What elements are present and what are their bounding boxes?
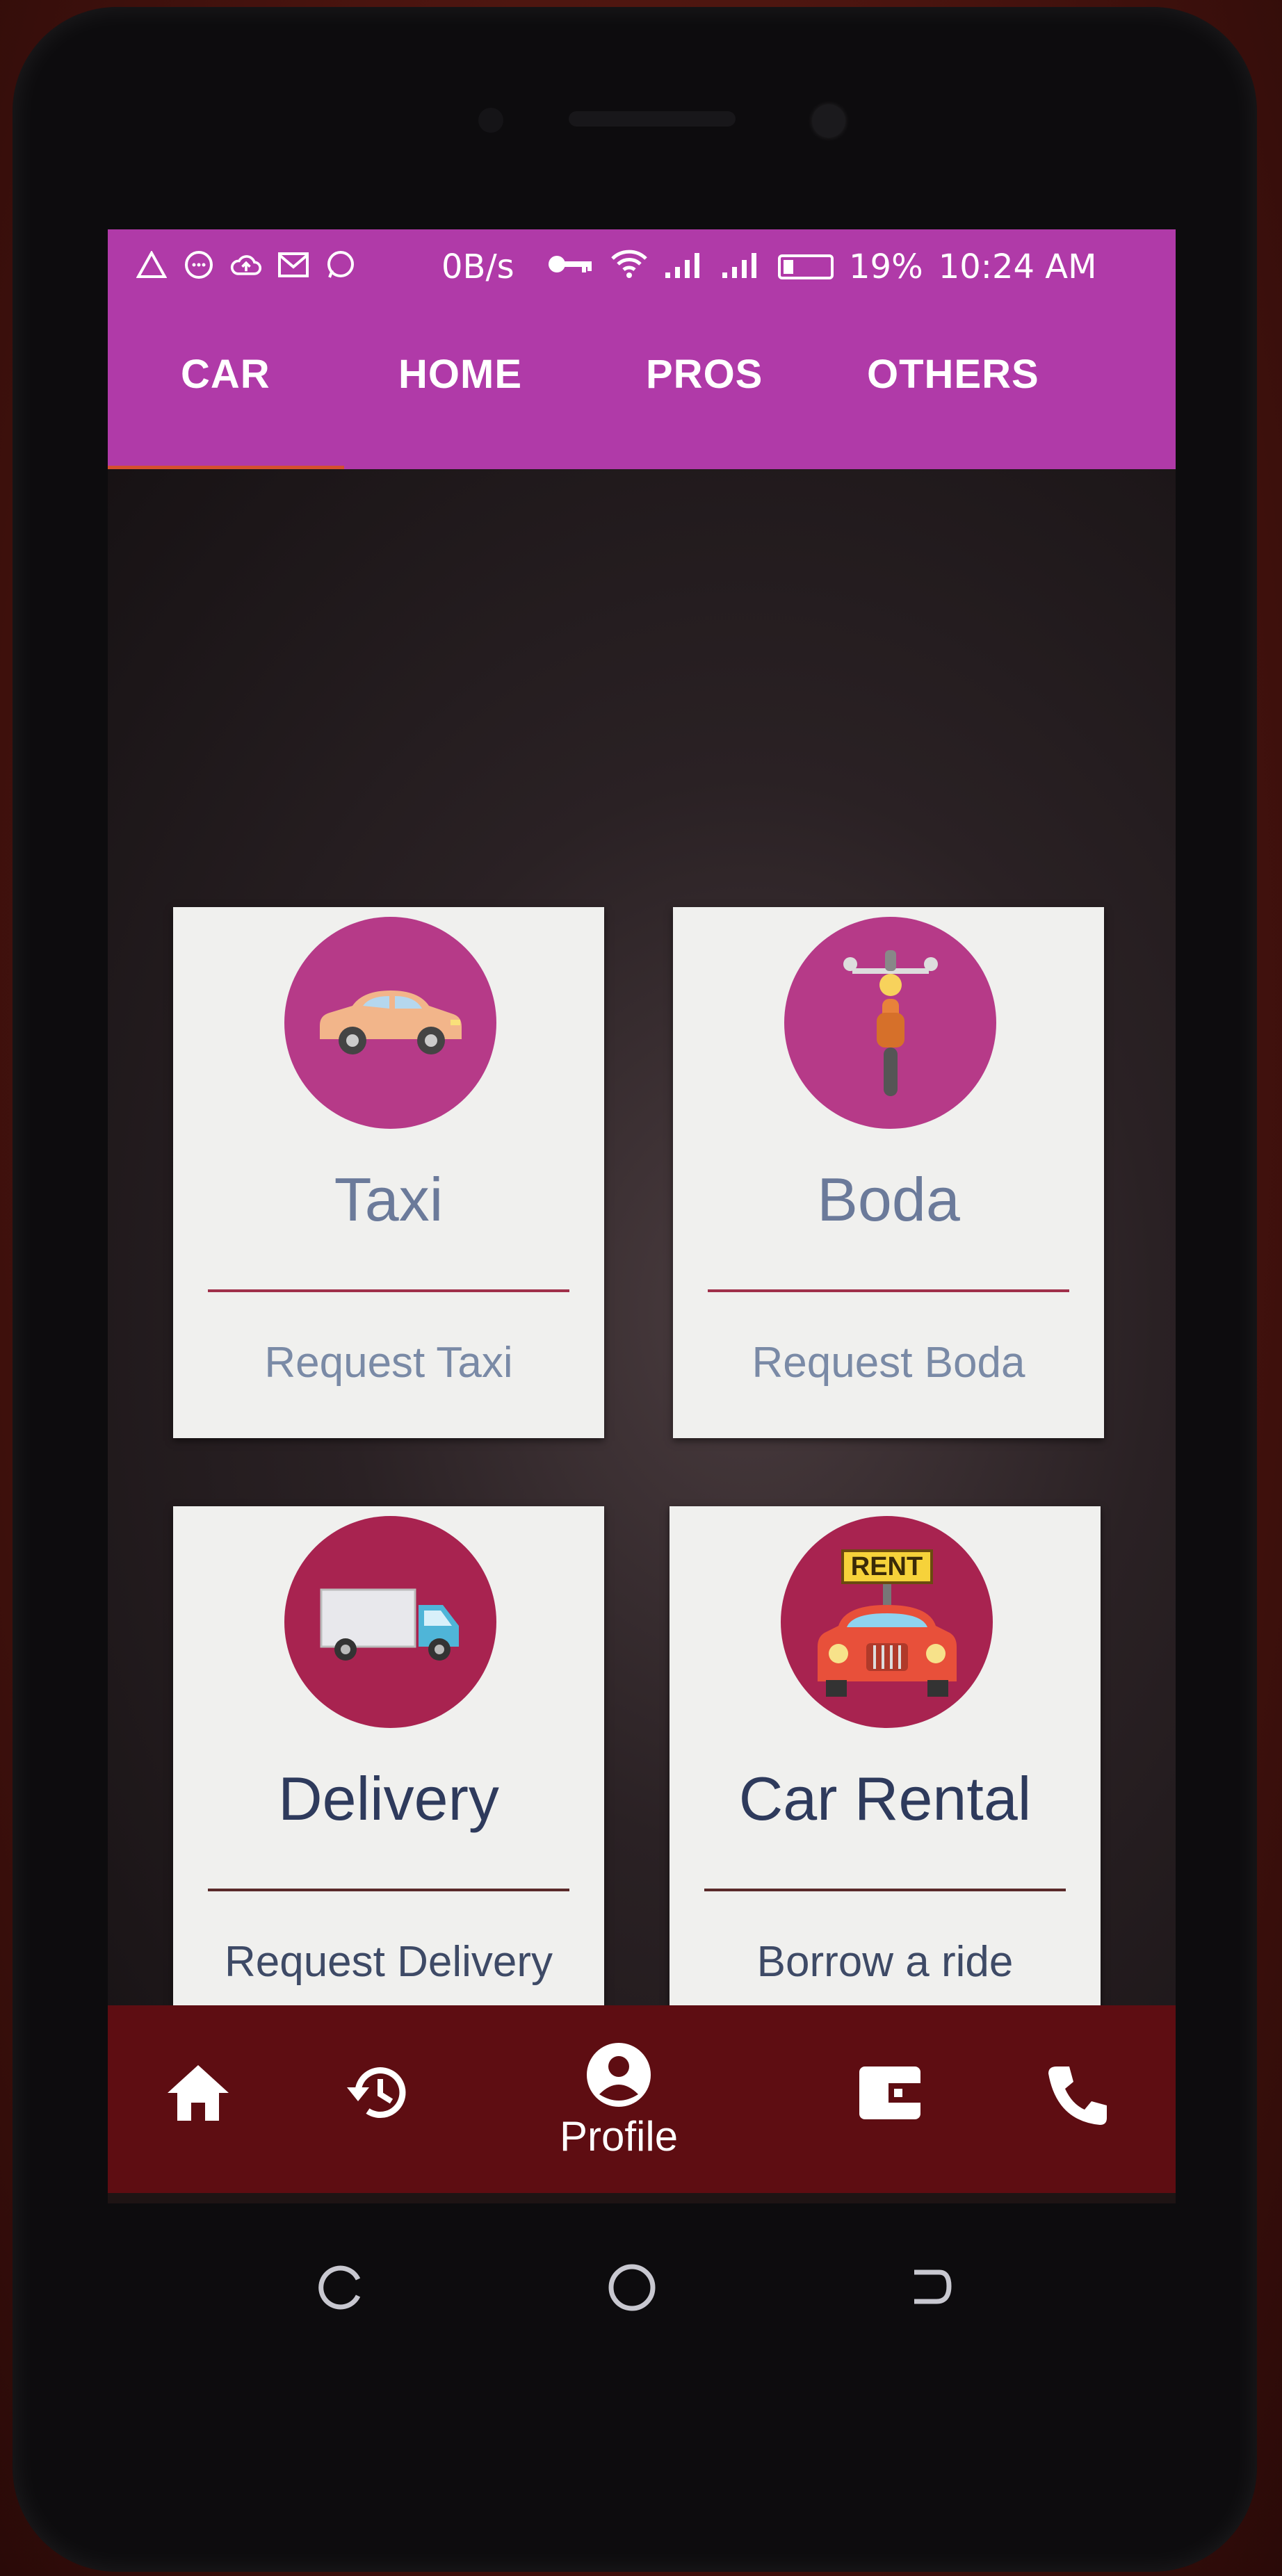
wifi-icon bbox=[610, 247, 649, 286]
battery-percent: 19% bbox=[849, 247, 923, 286]
tab-home[interactable]: HOME bbox=[398, 351, 522, 398]
nav-profile[interactable]: Profile bbox=[560, 2040, 678, 2160]
card-divider bbox=[704, 1889, 1066, 1891]
card-delivery[interactable]: Delivery Request Delivery bbox=[173, 1506, 604, 2037]
nav-home[interactable] bbox=[163, 2061, 233, 2123]
service-grid: Taxi Request Taxi Boda Request Boda Deli… bbox=[108, 469, 1176, 2037]
card-divider bbox=[208, 1889, 569, 1891]
proximity-sensor bbox=[478, 108, 503, 133]
card-boda-subtitle: Request Boda bbox=[752, 1339, 1025, 1387]
earpiece bbox=[569, 111, 736, 127]
tab-pros[interactable]: PROS bbox=[646, 351, 763, 398]
notification-icons bbox=[136, 249, 357, 281]
nav-history[interactable] bbox=[344, 2061, 414, 2123]
nav-wallet[interactable] bbox=[855, 2061, 925, 2123]
profile-icon bbox=[587, 2043, 651, 2107]
card-delivery-title: Delivery bbox=[278, 1764, 499, 1833]
system-navigation-bar bbox=[108, 2203, 1176, 2377]
taxi-icon-circle bbox=[284, 917, 496, 1129]
nav-profile-label: Profile bbox=[560, 2113, 679, 2160]
status-right-group: 19% 10:24 AM bbox=[546, 247, 1097, 286]
network-speed: 0B/s bbox=[441, 247, 514, 286]
card-divider bbox=[708, 1289, 1069, 1292]
rent-car-icon: RENT bbox=[811, 1542, 964, 1702]
card-car-rental-subtitle: Borrow a ride bbox=[756, 1938, 1014, 1986]
wallet-icon bbox=[859, 2066, 920, 2119]
card-delivery-subtitle: Request Delivery bbox=[224, 1938, 553, 1986]
tab-others[interactable]: OTHERS bbox=[867, 351, 1039, 398]
truck-icon bbox=[320, 1588, 459, 1661]
history-icon bbox=[347, 2067, 406, 2119]
chat-icon bbox=[183, 249, 215, 281]
signal-icon-2 bbox=[721, 247, 763, 286]
signal-icon-1 bbox=[664, 247, 706, 286]
gmail-icon bbox=[277, 249, 309, 281]
whatsapp-icon bbox=[325, 249, 357, 281]
boda-icon-circle bbox=[784, 917, 996, 1129]
phone-icon bbox=[1048, 2066, 1107, 2125]
card-taxi-subtitle: Request Taxi bbox=[264, 1339, 513, 1387]
vpn-key-icon bbox=[546, 247, 594, 286]
card-divider bbox=[208, 1289, 569, 1292]
card-boda-title: Boda bbox=[817, 1165, 960, 1234]
cloud-upload-icon bbox=[230, 249, 262, 281]
delivery-icon-circle bbox=[284, 1516, 496, 1728]
car-icon bbox=[319, 990, 462, 1054]
home-icon bbox=[168, 2065, 229, 2121]
motorbike-icon bbox=[843, 949, 938, 1096]
card-taxi-title: Taxi bbox=[334, 1165, 444, 1234]
car-rental-icon-circle: RENT bbox=[781, 1516, 993, 1728]
card-car-rental-title: Car Rental bbox=[738, 1764, 1032, 1833]
recents-icon[interactable] bbox=[316, 2263, 365, 2311]
top-tabs: CAR HOME PROS OTHERS bbox=[108, 309, 1176, 469]
card-boda[interactable]: Boda Request Boda bbox=[673, 907, 1104, 1438]
screen: 0B/s 19% 10:24 AM CAR HOME PROS OTHERS T… bbox=[108, 229, 1176, 2203]
battery-icon bbox=[778, 254, 834, 279]
front-camera bbox=[812, 104, 845, 138]
rent-sign: RENT bbox=[841, 1549, 933, 1584]
status-bar: 0B/s 19% 10:24 AM bbox=[108, 229, 1176, 309]
home-button-icon[interactable] bbox=[607, 2263, 657, 2313]
bottom-navigation: Profile bbox=[108, 2005, 1176, 2193]
warning-icon bbox=[136, 249, 168, 281]
back-icon[interactable] bbox=[906, 2263, 955, 2311]
nav-call[interactable] bbox=[1043, 2061, 1112, 2130]
card-car-rental[interactable]: RENT Car Rental Borrow a ride bbox=[670, 1506, 1101, 2037]
tab-car[interactable]: CAR bbox=[181, 351, 270, 398]
clock: 10:24 AM bbox=[938, 247, 1097, 286]
card-taxi[interactable]: Taxi Request Taxi bbox=[173, 907, 604, 1438]
